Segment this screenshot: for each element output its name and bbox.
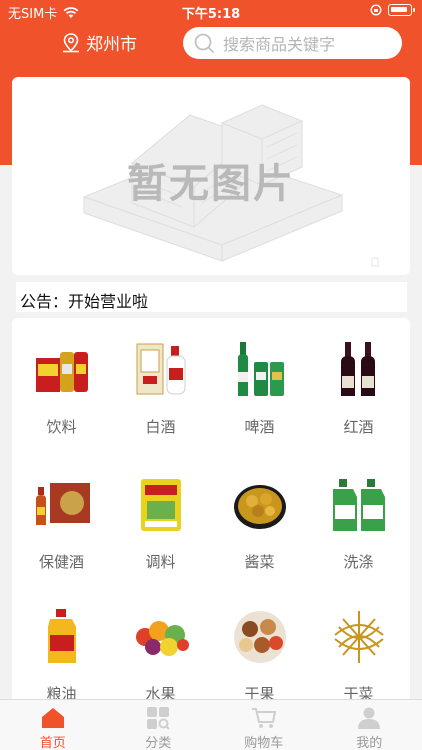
category-label: 饮料 <box>46 418 77 436</box>
category-beer[interactable]: 啤酒 <box>210 338 309 437</box>
location-pin-icon <box>63 32 79 52</box>
search-placeholder: 搜索商品关键字 <box>223 35 336 54</box>
category-health-liquor[interactable]: 保健酒 <box>12 473 111 572</box>
pickles-icon <box>230 473 290 537</box>
category-label: 红酒 <box>343 418 374 436</box>
health-liquor-icon <box>32 473 92 537</box>
category-seasoning[interactable]: 调料 <box>111 473 210 572</box>
category-fruit[interactable]: 水果 <box>111 605 210 704</box>
category-label: 白酒 <box>145 418 176 436</box>
home-icon <box>41 708 64 728</box>
detergent-icon <box>329 473 389 537</box>
orientation-lock-icon <box>370 4 382 16</box>
category-wine[interactable]: 红酒 <box>309 338 408 437</box>
wine-icon <box>329 338 389 402</box>
tab-home[interactable]: 首页 <box>0 700 106 750</box>
no-image-text: 暂无图片 <box>127 161 295 207</box>
battery-icon <box>388 4 415 16</box>
category-grid-icon <box>147 707 170 730</box>
tab-profile[interactable]: 我的 <box>317 700 422 750</box>
dried-fruit-icon <box>230 605 290 669</box>
beverage-icon <box>32 338 92 402</box>
search-icon <box>194 33 214 53</box>
seasoning-icon <box>131 473 191 537</box>
bottom-tab-bar: 首页 分类 购物车 我的 <box>0 699 422 750</box>
fruit-icon <box>131 605 191 669</box>
category-beverage[interactable]: 饮料 <box>12 338 111 437</box>
tab-label: 首页 <box>39 736 66 750</box>
category-detergent[interactable]: 洗涤 <box>309 473 408 572</box>
grain-oil-icon <box>32 605 92 669</box>
cart-icon <box>251 708 276 728</box>
category-pickles[interactable]: 酱菜 <box>210 473 309 572</box>
category-grain-oil[interactable]: 粮油 <box>12 605 111 704</box>
notice-bar[interactable]: 公告：开始营业啦 <box>16 282 407 312</box>
status-bar: 无SIM卡 下午5:18 <box>0 0 422 22</box>
category-label: 调料 <box>145 553 176 571</box>
category-baijiu[interactable]: 白酒 <box>111 338 210 437</box>
baijiu-icon <box>131 338 191 402</box>
category-dried-vegetables[interactable]: 干菜 <box>309 605 408 704</box>
status-right <box>370 4 415 16</box>
category-dried-fruit[interactable]: 干果 <box>210 605 309 704</box>
search-input[interactable]: 搜索商品关键字 <box>183 27 402 59</box>
category-label: 保健酒 <box>38 553 84 571</box>
beer-icon <box>230 338 290 402</box>
tab-label: 我的 <box>356 736 383 750</box>
location-selector[interactable]: 郑州市 <box>60 30 137 55</box>
tab-category[interactable]: 分类 <box>106 700 212 750</box>
banner-carousel[interactable]: 暂无图片 <box>12 77 410 275</box>
notice-text: 公告：开始营业啦 <box>20 292 149 311</box>
banner-indicator <box>371 257 379 267</box>
category-label: 啤酒 <box>244 418 275 436</box>
category-label: 酱菜 <box>244 553 275 571</box>
category-grid: 饮料 白酒 啤酒 红酒 保健酒 调料 酱菜 洗涤 粮油 水果 干果 干菜 <box>12 318 410 718</box>
tab-label: 分类 <box>145 736 172 750</box>
tab-cart[interactable]: 购物车 <box>211 700 317 750</box>
status-time: 下午5:18 <box>181 7 241 22</box>
user-icon <box>358 707 381 729</box>
tab-label: 购物车 <box>244 736 284 750</box>
dried-vegetables-icon <box>329 605 389 669</box>
category-label: 洗涤 <box>343 553 374 571</box>
city-label: 郑州市 <box>86 35 137 55</box>
